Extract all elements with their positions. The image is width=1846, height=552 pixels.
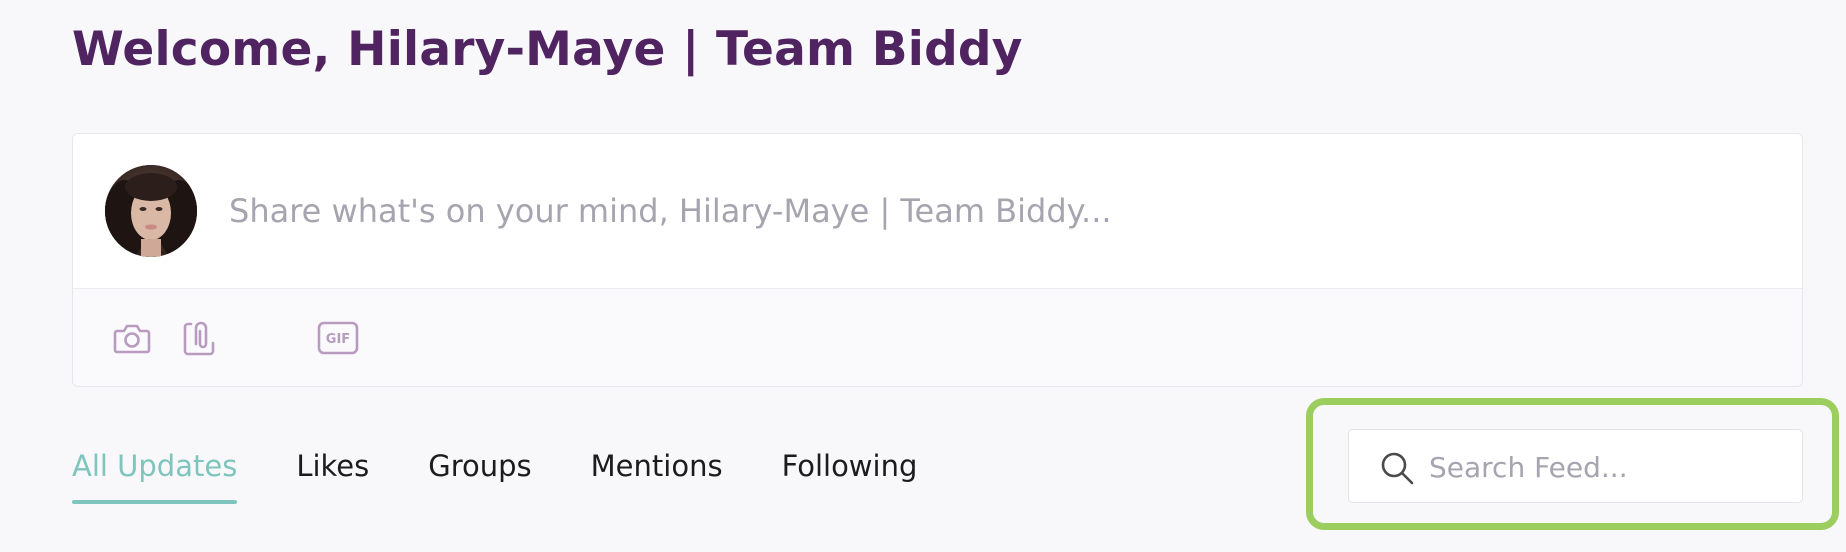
search-box[interactable] xyxy=(1348,429,1803,503)
tab-following[interactable]: Following xyxy=(782,438,918,504)
tab-groups[interactable]: Groups xyxy=(428,438,531,504)
search-icon xyxy=(1379,450,1415,486)
camera-icon xyxy=(112,320,152,356)
camera-button[interactable] xyxy=(107,313,157,363)
composer-toolbar: GIF xyxy=(73,289,1802,386)
search-input[interactable] xyxy=(1429,442,1789,492)
avatar[interactable] xyxy=(105,165,197,257)
post-composer: GIF xyxy=(72,133,1803,387)
tab-mentions[interactable]: Mentions xyxy=(591,438,723,504)
gif-button[interactable]: GIF xyxy=(313,313,363,363)
attachment-icon xyxy=(179,318,219,358)
page-title: Welcome, Hilary-Maye | Team Biddy xyxy=(72,22,1023,77)
gif-icon: GIF xyxy=(317,321,359,355)
feed-tabs: All Updates Likes Groups Mentions Follow… xyxy=(72,438,976,510)
composer-input-area xyxy=(73,134,1802,289)
attachment-button[interactable] xyxy=(174,313,224,363)
tab-all-updates[interactable]: All Updates xyxy=(72,438,238,504)
gif-label: GIF xyxy=(326,332,350,347)
tab-likes[interactable]: Likes xyxy=(296,438,369,504)
status-input[interactable] xyxy=(229,186,1749,236)
